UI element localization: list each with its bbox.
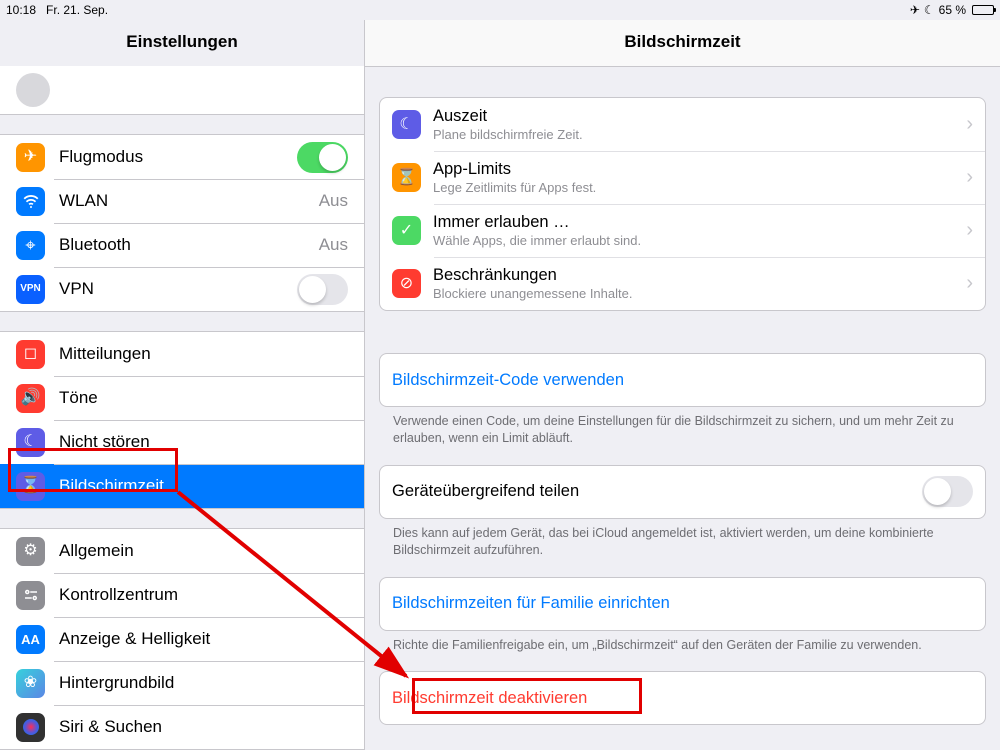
detail-title: Bildschirmzeit bbox=[365, 20, 1000, 67]
sidebar-group-connectivity: ✈︎ Flugmodus WLAN Aus ⌖ Bluetooth Aus VP… bbox=[0, 134, 364, 312]
dnd-moon-icon: ☾ bbox=[924, 3, 935, 17]
family-label: Bildschirmzeiten für Familie einrichten bbox=[392, 594, 670, 613]
sidebar-item-display[interactable]: AA Anzeige & Helligkeit bbox=[0, 617, 364, 661]
feature-title: App-Limits bbox=[433, 160, 596, 179]
dnd-icon: ☾ bbox=[16, 428, 45, 457]
sidebar-item-label: Bluetooth bbox=[59, 235, 131, 255]
sidebar-item-label: Anzeige & Helligkeit bbox=[59, 629, 210, 649]
feature-title: Immer erlauben … bbox=[433, 213, 641, 232]
account-group bbox=[0, 66, 364, 115]
share-group: Geräteübergreifend teilen bbox=[379, 465, 986, 519]
airplane-mode-icon: ✈︎ bbox=[910, 3, 920, 17]
sidebar-item-vpn[interactable]: VPN VPN bbox=[0, 267, 364, 311]
feature-downtime[interactable]: ☾ Auszeit Plane bildschirmfreie Zeit. › bbox=[380, 98, 985, 151]
screentime-features-group: ☾ Auszeit Plane bildschirmfreie Zeit. › … bbox=[379, 97, 986, 311]
feature-sub: Blockiere unangemessene Inhalte. bbox=[433, 286, 632, 301]
chevron-right-icon: › bbox=[966, 219, 973, 242]
share-label: Geräteübergreifend teilen bbox=[392, 482, 579, 501]
sidebar-item-label: Allgemein bbox=[59, 541, 134, 561]
sidebar-item-label: Bildschirmzeit bbox=[59, 476, 164, 496]
moon-icon: ☾ bbox=[392, 110, 421, 139]
sidebar-title: Einstellungen bbox=[0, 20, 364, 66]
notifications-icon: ◻︎ bbox=[16, 340, 45, 369]
sidebar-item-label: WLAN bbox=[59, 191, 108, 211]
deactivate-label: Bildschirmzeit deaktivieren bbox=[392, 689, 587, 708]
airplane-toggle[interactable] bbox=[297, 142, 348, 173]
sidebar-item-label: VPN bbox=[59, 279, 94, 299]
share-toggle[interactable] bbox=[922, 476, 973, 507]
sidebar-item-label: Nicht stören bbox=[59, 432, 150, 452]
avatar bbox=[16, 73, 50, 107]
feature-restrictions[interactable]: ⊘ Beschränkungen Blockiere unangemessene… bbox=[380, 257, 985, 310]
feature-sub: Plane bildschirmfreie Zeit. bbox=[433, 127, 583, 142]
feature-sub: Wähle Apps, die immer erlaubt sind. bbox=[433, 233, 641, 248]
sidebar-item-label: Flugmodus bbox=[59, 147, 143, 167]
screentime-icon: ⌛ bbox=[16, 472, 45, 501]
battery-percent: 65 % bbox=[939, 3, 966, 17]
wlan-value: Aus bbox=[319, 191, 348, 211]
settings-sidebar: Einstellungen ✈︎ Flugmodus WLAN Aus ⌖ Bl… bbox=[0, 20, 365, 750]
wallpaper-icon: ❀ bbox=[16, 669, 45, 698]
hourglass-icon: ⌛ bbox=[392, 163, 421, 192]
family-setup-cell[interactable]: Bildschirmzeiten für Familie einrichten bbox=[380, 578, 985, 630]
detail-pane: Bildschirmzeit ☾ Auszeit Plane bildschir… bbox=[365, 20, 1000, 750]
status-time: 10:18 bbox=[6, 3, 36, 17]
bluetooth-value: Aus bbox=[319, 235, 348, 255]
wifi-icon bbox=[16, 187, 45, 216]
sounds-icon: 🔊 bbox=[16, 384, 45, 413]
sidebar-item-label: Hintergrundbild bbox=[59, 673, 174, 693]
feature-title: Auszeit bbox=[433, 107, 583, 126]
bluetooth-icon: ⌖ bbox=[16, 231, 45, 260]
sidebar-item-label: Mitteilungen bbox=[59, 344, 151, 364]
controlcenter-icon bbox=[16, 581, 45, 610]
feature-alwaysallow[interactable]: ✓ Immer erlauben … Wähle Apps, die immer… bbox=[380, 204, 985, 257]
sidebar-group-notifications: ◻︎ Mitteilungen 🔊 Töne ☾ Nicht stören ⌛ … bbox=[0, 331, 364, 509]
check-icon: ✓ bbox=[392, 216, 421, 245]
vpn-icon: VPN bbox=[16, 275, 45, 304]
sidebar-item-wlan[interactable]: WLAN Aus bbox=[0, 179, 364, 223]
family-group: Bildschirmzeiten für Familie einrichten bbox=[379, 577, 986, 631]
use-passcode-cell[interactable]: Bildschirmzeit-Code verwenden bbox=[380, 354, 985, 406]
feature-applimits[interactable]: ⌛ App-Limits Lege Zeitlimits für Apps fe… bbox=[380, 151, 985, 204]
status-bar: 10:18 Fr. 21. Sep. ✈︎ ☾ 65 % bbox=[0, 0, 1000, 20]
sidebar-item-label: Siri & Suchen bbox=[59, 717, 162, 737]
nosign-icon: ⊘ bbox=[392, 269, 421, 298]
sidebar-item-general[interactable]: ⚙︎ Allgemein bbox=[0, 529, 364, 573]
sidebar-item-label: Kontrollzentrum bbox=[59, 585, 178, 605]
share-footer: Dies kann auf jedem Gerät, das bei iClou… bbox=[365, 519, 1000, 559]
feature-sub: Lege Zeitlimits für Apps fest. bbox=[433, 180, 596, 195]
sidebar-item-dnd[interactable]: ☾ Nicht stören bbox=[0, 420, 364, 464]
sidebar-item-sounds[interactable]: 🔊 Töne bbox=[0, 376, 364, 420]
account-cell[interactable] bbox=[0, 66, 364, 114]
sidebar-item-screentime[interactable]: ⌛ Bildschirmzeit bbox=[0, 464, 364, 508]
vpn-toggle[interactable] bbox=[297, 274, 348, 305]
general-icon: ⚙︎ bbox=[16, 537, 45, 566]
passcode-group: Bildschirmzeit-Code verwenden bbox=[379, 353, 986, 407]
share-across-devices-cell[interactable]: Geräteübergreifend teilen bbox=[380, 466, 985, 518]
siri-icon bbox=[16, 713, 45, 742]
use-passcode-label: Bildschirmzeit-Code verwenden bbox=[392, 371, 624, 390]
deactivate-group: Bildschirmzeit deaktivieren bbox=[379, 671, 986, 725]
airplane-icon: ✈︎ bbox=[16, 143, 45, 172]
sidebar-item-airplane[interactable]: ✈︎ Flugmodus bbox=[0, 135, 364, 179]
status-date: Fr. 21. Sep. bbox=[46, 3, 108, 17]
sidebar-item-controlcenter[interactable]: Kontrollzentrum bbox=[0, 573, 364, 617]
sidebar-item-label: Töne bbox=[59, 388, 98, 408]
sidebar-item-notifications[interactable]: ◻︎ Mitteilungen bbox=[0, 332, 364, 376]
sidebar-group-general: ⚙︎ Allgemein Kontrollzentrum AA Anzeige … bbox=[0, 528, 364, 750]
display-icon: AA bbox=[16, 625, 45, 654]
feature-title: Beschränkungen bbox=[433, 266, 632, 285]
passcode-footer: Verwende einen Code, um deine Einstellun… bbox=[365, 407, 1000, 447]
chevron-right-icon: › bbox=[966, 166, 973, 189]
sidebar-item-bluetooth[interactable]: ⌖ Bluetooth Aus bbox=[0, 223, 364, 267]
battery-icon bbox=[972, 5, 994, 15]
sidebar-item-siri[interactable]: Siri & Suchen bbox=[0, 705, 364, 749]
chevron-right-icon: › bbox=[966, 113, 973, 136]
family-footer: Richte die Familienfreigabe ein, um „Bil… bbox=[365, 631, 1000, 654]
sidebar-item-wallpaper[interactable]: ❀ Hintergrundbild bbox=[0, 661, 364, 705]
chevron-right-icon: › bbox=[966, 272, 973, 295]
deactivate-screentime-cell[interactable]: Bildschirmzeit deaktivieren bbox=[380, 672, 985, 724]
